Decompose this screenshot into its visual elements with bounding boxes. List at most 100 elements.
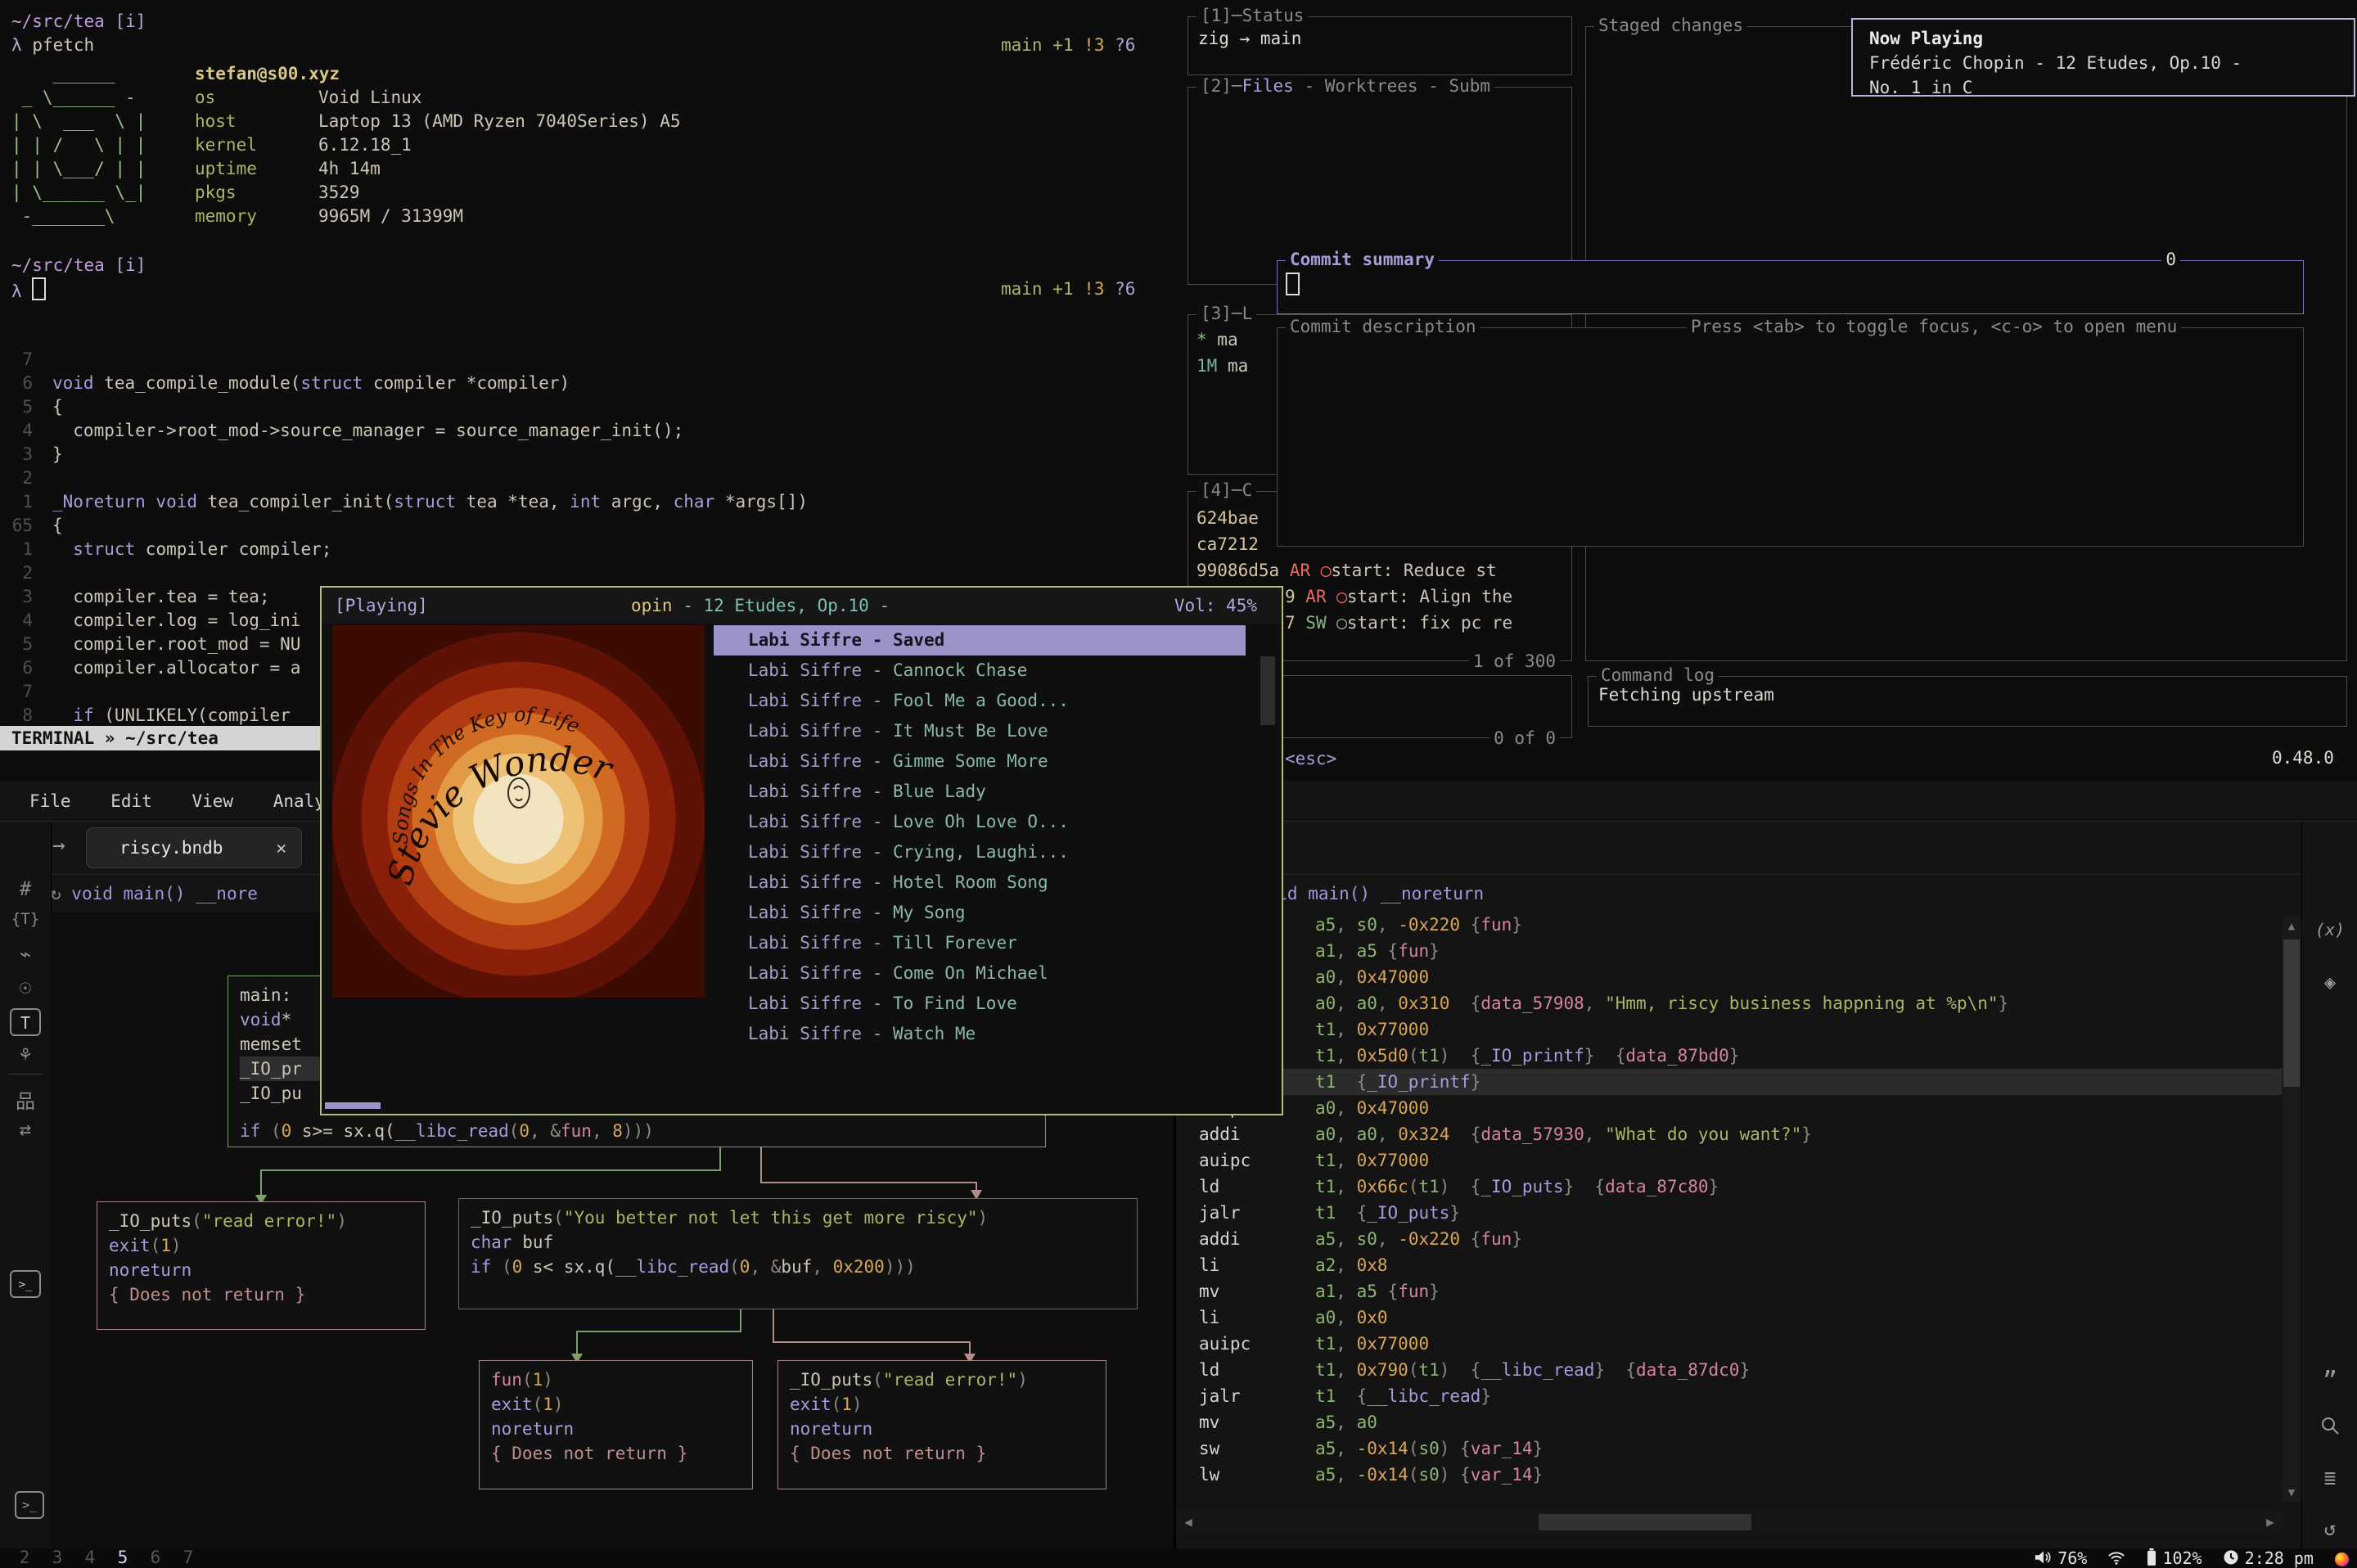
player-progress-bar[interactable] — [325, 1102, 381, 1109]
playlist-item[interactable]: Labi Siffre - Come On Michael — [714, 958, 1246, 989]
branches-panel-title: [3]─L — [1197, 304, 1256, 323]
status-dot-icon[interactable] — [2335, 1552, 2349, 1566]
scroll-down-icon[interactable]: ▼ — [2282, 1483, 2301, 1503]
asm-row[interactable]: a5, s0, -0x220 {fun} — [1176, 912, 2282, 938]
asm-row[interactable]: auipca0, 0x47000 — [1176, 1095, 2282, 1121]
asm-row[interactable]: t1, 0x77000 — [1176, 1016, 2282, 1043]
search-icon[interactable] — [2302, 1416, 2357, 1440]
battery-icon[interactable] — [2147, 1548, 2156, 1568]
refresh-icon[interactable]: ↻ — [51, 884, 71, 903]
pfetch-field: hostLaptop 13 (AMD Ryzen 7040Series) A5 — [195, 110, 681, 133]
prompt-cursor-line[interactable]: λ — [11, 277, 46, 304]
swap-flow-icon[interactable]: ⇄ — [0, 1118, 51, 1141]
playlist-item[interactable]: Labi Siffre - Blue Lady — [714, 777, 1246, 807]
types-icon[interactable]: {T} — [0, 910, 51, 928]
sidebar-divider — [8, 1074, 43, 1075]
tab-close-icon[interactable]: ✕ — [276, 828, 286, 867]
asm-row[interactable]: mva1, a5 {fun} — [1176, 1278, 2282, 1304]
list-icon[interactable]: ≣ — [2302, 1467, 2357, 1489]
workspace-5[interactable]: 5 — [106, 1548, 139, 1566]
wifi-icon[interactable] — [2107, 1550, 2125, 1568]
scroll-up-icon[interactable]: ▲ — [2282, 917, 2301, 936]
workspace-3[interactable]: 3 — [41, 1548, 74, 1566]
playlist-item[interactable]: Labi Siffre - Till Forever — [714, 928, 1246, 958]
menu-file[interactable]: File — [29, 791, 71, 811]
history-icon[interactable]: ↺ — [2302, 1517, 2357, 1540]
workspace-6[interactable]: 6 — [139, 1548, 172, 1566]
asm-row[interactable]: a1, a5 {fun} — [1176, 938, 2282, 964]
commit-description-popup[interactable]: Commit description Press <tab> to toggle… — [1277, 327, 2304, 547]
asm-row[interactable]: ldt1, 0x66c(t1) {_IO_puts} {data_87c80} — [1176, 1174, 2282, 1200]
playlist-item[interactable]: Labi Siffre - Gimme Some More — [714, 746, 1246, 777]
terminal-console-icon[interactable]: >_ — [10, 1270, 41, 1298]
volume-icon[interactable] — [2034, 1549, 2052, 1568]
graph-node-read-error-1[interactable]: _IO_puts("read error!")exit(1)noreturn{ … — [97, 1201, 426, 1330]
hierarchy-icon[interactable]: 品 — [0, 1085, 51, 1114]
workspace-7[interactable]: 7 — [172, 1548, 205, 1566]
horizontal-scrollbar[interactable]: ◀ ▶ — [1176, 1510, 2283, 1534]
playlist-item[interactable]: Labi Siffre - Love Oh Love O... — [714, 807, 1246, 837]
menu-edit[interactable]: Edit — [110, 791, 152, 811]
playlist-item[interactable]: Labi Siffre - Saved — [714, 625, 1246, 656]
linear-disassembly-pane[interactable]: a5, s0, -0x220 {fun}a1, a5 {fun}a0, 0x47… — [1176, 912, 2282, 1501]
asm-row[interactable]: addia5, s0, -0x220 {fun} — [1176, 1226, 2282, 1252]
scroll-right-icon[interactable]: ▶ — [2258, 1510, 2283, 1534]
scroll-left-icon[interactable]: ◀ — [1176, 1510, 1201, 1534]
music-player-window[interactable]: [Playing] opin - 12 Etudes, Op.10 - Vol:… — [320, 586, 1283, 1115]
asm-row[interactable]: swa5, -0x14(s0) {var_14} — [1176, 1435, 2282, 1462]
asm-row[interactable]: t1, 0x5d0(t1) {_IO_printf} {data_87bd0} — [1176, 1043, 2282, 1069]
graph-node-line: { Does not return } — [790, 1441, 1094, 1466]
commit-summary-popup[interactable]: Commit summary 0 — [1277, 260, 2304, 314]
playlist-item[interactable]: Labi Siffre - Cannock Chase — [714, 656, 1246, 686]
menu-view[interactable]: View — [192, 791, 233, 811]
bug-icon[interactable]: ⚘ — [0, 1043, 51, 1066]
tab-riscy-bndb[interactable]: riscy.bndb ✕ — [86, 827, 302, 868]
asm-row[interactable]: t1 {_IO_printf} — [1176, 1069, 2282, 1095]
asm-row[interactable]: a0, a0, 0x310 {data_57908, "Hmm, riscy b… — [1176, 990, 2282, 1016]
asm-row[interactable]: addia0, a0, 0x324 {data_57930, "What do … — [1176, 1121, 2282, 1147]
hscroll-thumb[interactable] — [1539, 1514, 1751, 1530]
playlist-item[interactable]: Labi Siffre - Fool Me a Good... — [714, 686, 1246, 716]
lazygit-status-panel[interactable]: [1]─Status zig → main — [1188, 16, 1572, 75]
workspace-4[interactable]: 4 — [74, 1548, 106, 1566]
asm-row[interactable]: a0, 0x47000 — [1176, 964, 2282, 990]
playlist-item[interactable]: Labi Siffre - It Must Be Love — [714, 716, 1246, 746]
vertical-scrollbar[interactable]: ▲ ▼ — [2282, 917, 2301, 1503]
asm-row[interactable]: jalrt1 {_IO_puts} — [1176, 1200, 2282, 1226]
quotes-icon[interactable]: ” — [2302, 1367, 2357, 1395]
asm-row[interactable]: auipct1, 0x77000 — [1176, 1331, 2282, 1357]
playlist-item[interactable]: Labi Siffre - Crying, Laughi... — [714, 837, 1246, 867]
vscroll-thumb[interactable] — [2283, 939, 2300, 1087]
workspace-2[interactable]: 2 — [8, 1548, 41, 1566]
playlist-item[interactable]: Labi Siffre - My Song — [714, 898, 1246, 928]
lazygit-version: 0.48.0 — [2272, 748, 2334, 768]
location-pin-icon[interactable]: ☉ — [0, 975, 51, 998]
playlist-item[interactable]: Labi Siffre - To Find Love — [714, 989, 1246, 1019]
now-playing-notification[interactable]: Now Playing Frédéric Chopin - 12 Etudes,… — [1851, 18, 2355, 97]
console-toggle-icon[interactable]: >_ — [15, 1491, 44, 1519]
tag-icon[interactable]: ⌁ — [0, 943, 51, 966]
playlist-item[interactable]: Labi Siffre - Watch Me — [714, 1019, 1246, 1049]
asm-row[interactable]: auipct1, 0x77000 — [1176, 1147, 2282, 1174]
variables-icon[interactable]: (x) — [2302, 920, 2357, 939]
asm-row[interactable]: lia2, 0x8 — [1176, 1252, 2282, 1278]
commit-row[interactable]: 99086d5a AR ◯start: Reduce st — [1188, 557, 1571, 583]
asm-row[interactable]: mva5, a0 — [1176, 1409, 2282, 1435]
text-view-icon-active[interactable]: T — [10, 1008, 41, 1036]
notification-title: Now Playing — [1869, 26, 2337, 51]
system-bar: 234567 76% 102% 2:28 pm — [0, 1548, 2357, 1568]
asm-row[interactable]: jalrt1 {__libc_read} — [1176, 1383, 2282, 1409]
layers-icon[interactable]: ◈ — [2302, 971, 2357, 994]
asm-row[interactable]: ldt1, 0x790(t1) {__libc_read} {data_87dc… — [1176, 1357, 2282, 1383]
nav-forward-icon[interactable]: → — [52, 833, 65, 858]
playlist[interactable]: Labi Siffre - SavedLabi Siffre - Cannock… — [714, 625, 1246, 1049]
graph-node-riscy[interactable]: _IO_puts("You better not let this get mo… — [458, 1198, 1138, 1309]
playlist-item[interactable]: Labi Siffre - Hotel Room Song — [714, 867, 1246, 898]
playlist-scrollbar[interactable] — [1260, 656, 1275, 725]
graph-node-fun[interactable]: fun(1)exit(1)noreturn{ Does not return } — [479, 1360, 753, 1489]
asm-row[interactable]: lia0, 0x0 — [1176, 1304, 2282, 1331]
graph-node-read-error-2[interactable]: _IO_puts("read error!")exit(1)noreturn{ … — [777, 1360, 1106, 1489]
workspace-switcher[interactable]: 234567 — [8, 1548, 205, 1568]
hashtag-icon[interactable]: # — [0, 877, 51, 900]
asm-row[interactable]: lwa5, -0x14(s0) {var_14} — [1176, 1462, 2282, 1488]
